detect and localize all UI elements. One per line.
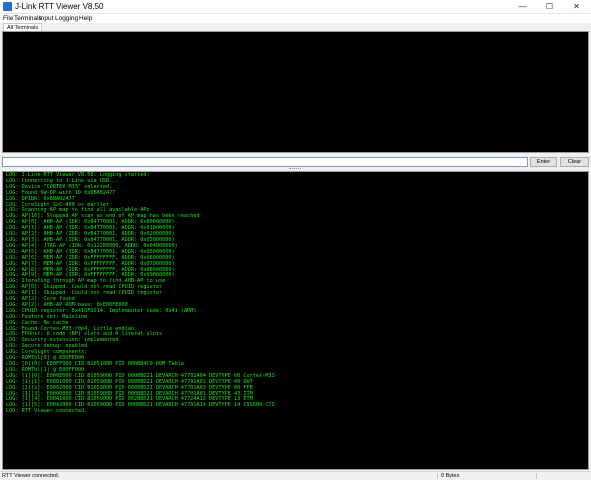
clear-button[interactable]: Clear — [560, 157, 589, 167]
menu-file[interactable]: File — [3, 14, 13, 23]
log-line: LOG: RTT Viewer connected. — [6, 408, 88, 415]
close-button[interactable]: ✕ — [563, 0, 590, 13]
window-title: J-Link RTT Viewer V8.50 — [15, 2, 104, 11]
log-panel[interactable]: LOG: J-Link RTT Viewer V8.50: Logging st… — [2, 171, 589, 470]
menu-bar: File Terminals Input Logging Help — [0, 14, 591, 23]
menu-input[interactable]: Input — [39, 14, 53, 23]
enter-button[interactable]: Enter — [530, 157, 557, 167]
maximize-button[interactable]: ☐ — [536, 0, 563, 13]
minimize-button[interactable]: — — [509, 0, 536, 13]
title-bar: J-Link RTT Viewer V8.50 — ☐ ✕ — [0, 0, 591, 14]
terminal-output[interactable] — [2, 31, 589, 153]
terminal-tabs: All Terminals — [0, 23, 591, 32]
input-row: Enter Clear — [0, 157, 591, 167]
terminal-input[interactable] — [2, 157, 528, 167]
menu-help[interactable]: Help — [79, 14, 92, 23]
status-divider — [536, 473, 537, 479]
status-divider — [437, 473, 438, 479]
menu-logging[interactable]: Logging — [55, 14, 78, 23]
menu-terminals[interactable]: Terminals — [14, 14, 42, 23]
app-icon — [3, 2, 12, 11]
